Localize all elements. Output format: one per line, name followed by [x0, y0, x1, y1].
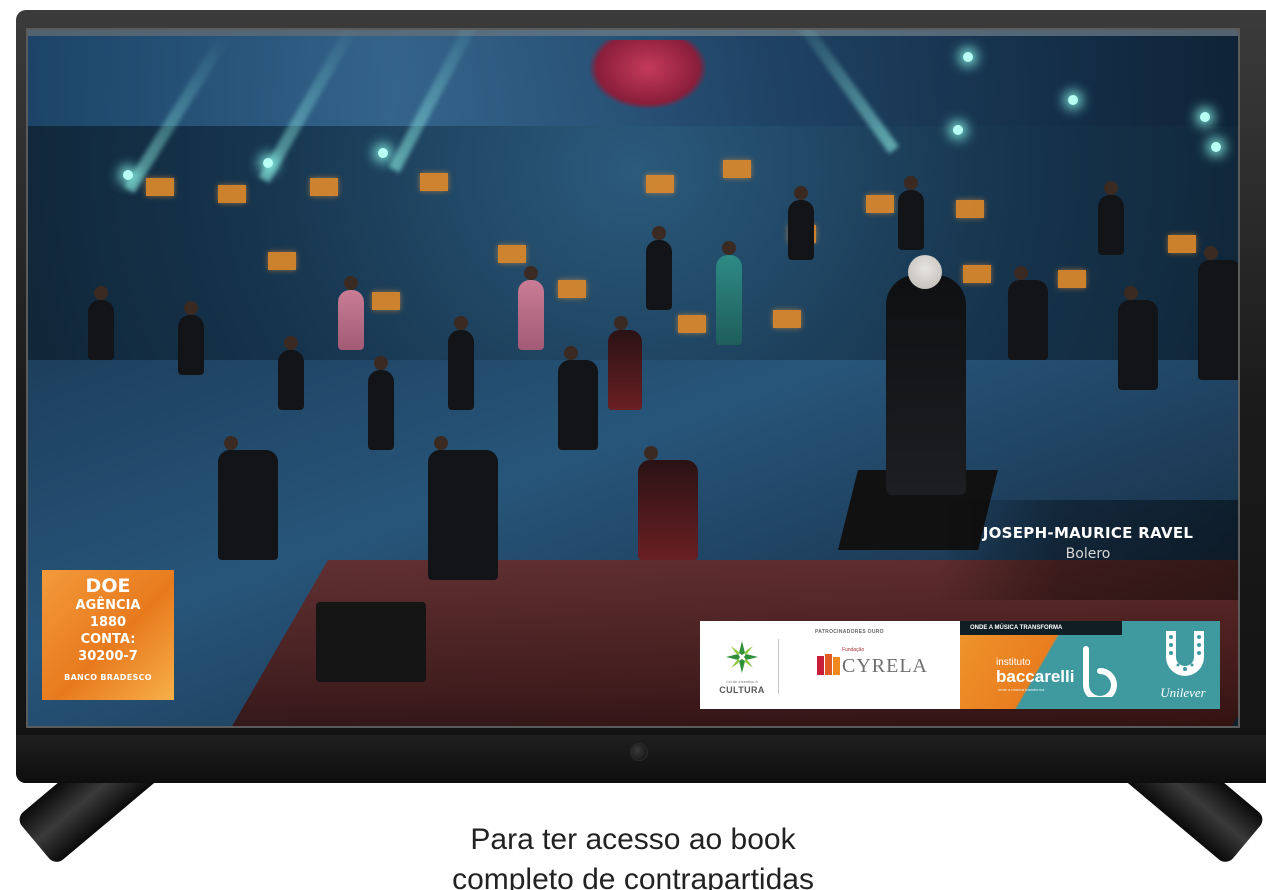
musician	[898, 176, 924, 250]
piece-title: Bolero	[1065, 546, 1111, 562]
baccarelli-logo-text: baccarelli	[996, 667, 1075, 686]
music-stand	[146, 178, 174, 196]
stage-light	[263, 158, 273, 168]
music-stand	[558, 280, 586, 298]
stage-light	[378, 148, 388, 158]
musician	[88, 286, 114, 360]
bank-name: BANCO BRADESCO	[64, 673, 152, 682]
composer-name: JOSEPH-MAURICE RAVEL	[982, 524, 1194, 542]
musician	[338, 276, 364, 350]
music-stand	[678, 315, 706, 333]
music-stand	[963, 265, 991, 283]
music-stand	[1058, 270, 1086, 288]
music-stand	[773, 310, 801, 328]
gold-sponsors-label: PATROCINADORES OURO	[815, 629, 884, 635]
onde-musica-label: ONDE A MÚSICA TRANSFORMA	[960, 621, 1122, 635]
caption-line-2: completo de contrapartidas	[452, 863, 814, 890]
conductor-head	[908, 255, 942, 289]
agency-label: AGÊNCIA	[75, 598, 141, 613]
cultura-star-icon	[726, 641, 758, 673]
musician	[638, 446, 698, 560]
conductor	[886, 275, 966, 495]
music-stand	[956, 200, 984, 218]
stage-monitor-speaker	[316, 602, 426, 682]
music-stand	[268, 252, 296, 270]
donation-title: DOE	[85, 575, 131, 597]
sponsor-divider	[778, 639, 779, 694]
musician	[1198, 246, 1238, 380]
baccarelli-tagline: onde a música transforma	[998, 687, 1045, 692]
musician	[518, 266, 544, 350]
musician	[558, 346, 598, 450]
cultura-small-label: Lei de Incentivo à	[726, 679, 758, 684]
cyrela-logo-text: CYRELA	[842, 655, 928, 677]
music-stand	[1168, 235, 1196, 253]
musician	[1118, 286, 1158, 390]
musician	[646, 226, 672, 310]
stage-light	[963, 52, 973, 62]
unilever-u-icon	[1166, 631, 1204, 676]
musician	[608, 316, 642, 410]
musician	[788, 186, 814, 260]
stage-light	[1211, 142, 1221, 152]
sponsors-banner: PATROCINADORES OURO Lei de Incentivo à C…	[700, 621, 1220, 709]
music-stand	[723, 160, 751, 178]
cultura-logo-text: CULTURA	[719, 685, 765, 695]
unilever-logo-text: Unilever	[1160, 685, 1206, 700]
baccarelli-b-icon	[1083, 646, 1117, 697]
account-number: 30200-7	[78, 649, 138, 664]
music-stand	[372, 292, 400, 310]
musician	[368, 356, 394, 450]
tv-screen: JOSEPH-MAURICE RAVEL Bolero DOE AGÊNCIA …	[26, 28, 1240, 728]
musician	[178, 301, 204, 375]
stage-light	[1200, 112, 1210, 122]
caption-line-1: Para ter acesso ao book	[470, 823, 796, 856]
stage-light	[1068, 95, 1078, 105]
musician	[716, 241, 742, 345]
video-wall-red-figure	[588, 40, 708, 110]
music-stand	[866, 195, 894, 213]
sponsors-teal-panel: ONDE A MÚSICA TRANSFORMA instituto bacca…	[960, 621, 1220, 709]
composer-caption: JOSEPH-MAURICE RAVEL Bolero	[938, 500, 1238, 600]
page-caption: Para ter acesso ao book completo de cont…	[300, 820, 966, 890]
stage-light	[123, 170, 133, 180]
music-stand	[218, 185, 246, 203]
stage-light	[953, 125, 963, 135]
donation-box: DOE AGÊNCIA 1880 CONTA: 30200-7 BANCO BR…	[42, 570, 174, 700]
tv-power-indicator	[630, 743, 648, 761]
music-stand	[646, 175, 674, 193]
musician	[278, 336, 304, 410]
music-stand	[498, 245, 526, 263]
cyrela-book-icon	[817, 654, 840, 675]
cyrela-small-label: Fundação	[842, 647, 865, 653]
music-stand	[310, 178, 338, 196]
musician	[1098, 181, 1124, 255]
musician	[218, 436, 278, 560]
account-label: CONTA:	[80, 632, 136, 647]
agency-number: 1880	[89, 615, 127, 630]
musician	[1008, 266, 1048, 360]
musician	[448, 316, 474, 410]
music-stand	[420, 173, 448, 191]
musician	[428, 436, 498, 580]
sponsors-white-panel: PATROCINADORES OURO Lei de Incentivo à C…	[700, 621, 960, 709]
